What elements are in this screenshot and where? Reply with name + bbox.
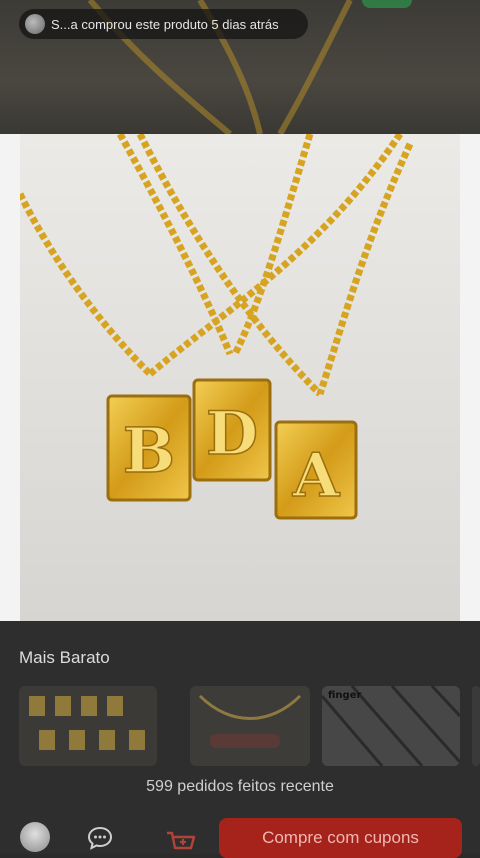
image-margin-left (0, 134, 20, 621)
recommendation-item-1[interactable] (19, 686, 157, 766)
recommendation-item-peek[interactable] (472, 686, 480, 766)
recommendation-item-2[interactable] (190, 686, 310, 766)
cart-icon[interactable] (165, 830, 197, 854)
recommendation-item-3[interactable]: finger (322, 686, 460, 766)
chat-icon[interactable] (87, 826, 113, 850)
svg-text:A: A (292, 441, 341, 511)
svg-text:D: D (206, 399, 258, 469)
buy-with-coupons-button[interactable]: Compre com cupons (219, 818, 462, 858)
svg-text:B: B (123, 414, 175, 487)
pendant-d: D (192, 378, 272, 482)
svg-text:finger: finger (328, 690, 361, 701)
orders-count: 599 pedidos feitos recente (146, 778, 334, 795)
toast-text: S...a comprou este produto 5 dias atrás (51, 16, 279, 32)
store-avatar[interactable] (20, 822, 50, 852)
pendant-b: B (106, 394, 192, 502)
purchase-toast: S...a comprou este produto 5 dias atrás (19, 9, 308, 39)
product-photo[interactable]: B D A (20, 134, 460, 621)
image-margin-right (460, 134, 480, 621)
badge-tab (362, 0, 412, 8)
buyer-avatar (25, 14, 45, 34)
section-title: Mais Barato (19, 648, 110, 667)
pendant-a: A (274, 420, 358, 520)
